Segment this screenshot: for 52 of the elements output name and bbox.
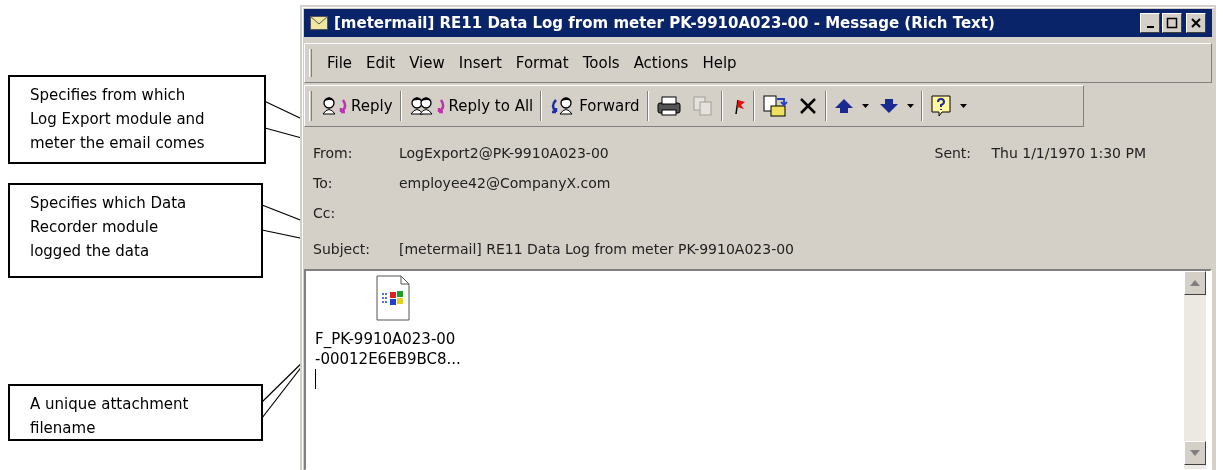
- person-icon: [321, 96, 347, 116]
- menu-item[interactable]: Edit: [359, 51, 403, 75]
- minimize-button[interactable]: [1140, 13, 1160, 33]
- file-icon: [376, 275, 410, 321]
- printer-icon: [655, 95, 682, 117]
- close-button[interactable]: [1186, 13, 1206, 33]
- attachment-filename: F_PK-9910A023-00: [315, 329, 457, 349]
- callout-text: Specifies which Data Recorder module logged the data: [30, 193, 188, 262]
- field-value: LogExport2@PK-9910A023-00: [399, 143, 609, 163]
- text-cursor: [315, 369, 316, 389]
- maximize-icon: [1166, 17, 1178, 29]
- envelope-icon: [310, 16, 328, 30]
- field-value: Thu 1/1/1970 1:30 PM: [991, 143, 1146, 163]
- menu-item[interactable]: Actions: [626, 51, 696, 75]
- reply-button[interactable]: Reply: [316, 91, 398, 121]
- field-label: Subject:: [313, 239, 372, 259]
- caret-icon: [959, 104, 967, 108]
- menu-item[interactable]: Insert: [451, 51, 509, 75]
- two-people-icon: [408, 96, 445, 116]
- reply-all-button[interactable]: Reply to All: [403, 91, 539, 121]
- maximize-button[interactable]: [1162, 13, 1182, 33]
- down-triangle-icon: [1190, 450, 1200, 456]
- menu-item[interactable]: Format: [508, 51, 576, 75]
- menu-item[interactable]: File: [320, 51, 360, 75]
- person-icon: [549, 96, 576, 116]
- callout-text: A unique attachment filename: [30, 394, 190, 439]
- field-label: Sent:: [934, 143, 973, 163]
- folder-icon: [761, 94, 788, 118]
- window-title: [metermail] RE11 Data Log from meter PK-9910A023-00 - Message (Rich Text): [334, 12, 995, 34]
- menu-item[interactable]: Help: [695, 51, 744, 75]
- caret-icon: [906, 104, 914, 108]
- close-icon: [1190, 17, 1202, 29]
- field-value: [metermail] RE11 Data Log from meter PK-9910A023-00: [399, 239, 794, 259]
- up-arrow-icon: [833, 97, 854, 115]
- attachment-filename: -00012E6EB9BC8...: [315, 349, 462, 369]
- menu-item[interactable]: Tools: [575, 51, 627, 75]
- field-label: To:: [313, 173, 334, 193]
- delete-icon: [797, 96, 818, 116]
- help-icon: [929, 94, 952, 118]
- up-triangle-icon: [1190, 280, 1200, 286]
- field-label: From:: [313, 143, 354, 163]
- scroll-down-button[interactable]: [1184, 441, 1206, 465]
- forward-button[interactable]: Forward: [544, 91, 645, 121]
- callout-text: Specifies from which Log Export module and meter the email comes: [30, 85, 206, 154]
- caret-icon: [861, 104, 869, 108]
- field-value: employee42@CompanyX.com: [399, 173, 611, 193]
- menu-item[interactable]: View: [402, 51, 452, 75]
- field-label: Cc:: [313, 203, 337, 223]
- scroll-up-button[interactable]: [1184, 271, 1206, 295]
- down-arrow-icon: [878, 97, 899, 115]
- minimize-icon: [1146, 26, 1154, 28]
- copy-icon: [691, 95, 714, 117]
